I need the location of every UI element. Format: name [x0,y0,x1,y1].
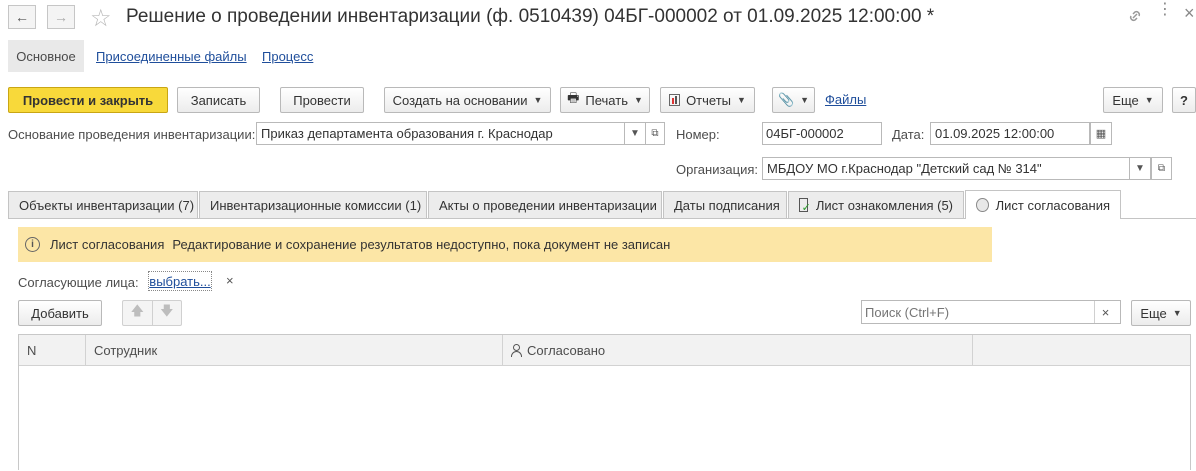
basis-dropdown-button[interactable]: ▼ [624,122,646,145]
post-button[interactable]: Провести [280,87,364,113]
attach-button[interactable]: 📎 ▼ [772,87,815,113]
approval-sheet-icon [976,198,989,212]
arrow-right-icon: → [54,9,68,25]
report-icon [669,94,681,106]
star-icon[interactable]: ☆ [90,4,112,33]
basis-label: Основание проведения инвентаризации: [8,127,256,142]
organization-open-button[interactable]: ⧉ [1151,157,1172,180]
approvers-clear-button[interactable]: × [226,273,234,288]
printer-icon: 🖶 [567,90,580,105]
column-header-approved[interactable]: Согласовано [503,335,973,365]
reports-button[interactable]: Отчеты ▼ [660,87,755,113]
tab-inventory-objects[interactable]: Объекты инвентаризации (7) [8,191,198,218]
tab-inventory-acts[interactable]: Акты о проведении инвентаризации [428,191,662,218]
list-more-button[interactable]: Еще ▼ [1131,300,1191,326]
create-based-on-label: Создать на основании [392,92,528,108]
search-box: × [861,300,1121,324]
column-header-approved-label: Согласовано [527,342,606,358]
warning-banner: i Лист согласования Редактирование и сох… [18,227,992,262]
print-label: Печать [585,92,628,108]
reports-label: Отчеты [686,92,731,108]
tab-inventory-commissions[interactable]: Инвентаризационные комиссии (1) [199,191,427,218]
number-label: Номер: [676,127,720,142]
tab-inventory-acts-label: Акты о проведении инвентаризации [439,197,657,213]
basis-open-button[interactable]: ⧉ [645,122,665,145]
tab-process[interactable]: Процесс [262,49,313,64]
date-field[interactable]: 01.09.2025 12:00:00 [930,122,1090,145]
files-link[interactable]: Файлы [825,92,866,107]
tab-signing-dates[interactable]: Даты подписания [663,191,787,218]
forward-button[interactable]: → [47,5,75,29]
move-up-button[interactable]: 🡅 [123,301,153,325]
arrow-up-icon: 🡅 [130,303,144,318]
info-icon: i [25,237,40,252]
basis-field[interactable]: Приказ департамента образования г. Красн… [256,122,646,145]
print-button[interactable]: 🖶 Печать ▼ [560,87,650,113]
approval-table: N Сотрудник Согласовано [18,334,1191,470]
move-down-button[interactable]: 🡇 [153,301,182,325]
close-icon[interactable]: × [1184,3,1195,24]
link-icon[interactable] [1125,6,1145,26]
date-picker-button[interactable]: ▦ [1090,122,1112,145]
organization-dropdown-button[interactable]: ▼ [1129,157,1151,180]
approvers-select-label: выбрать... [149,273,211,289]
caret-down-icon: ▼ [800,95,810,105]
open-icon: ⧉ [1157,163,1166,174]
number-field[interactable]: 04БГ-000002 [762,122,882,145]
tab-inventory-objects-label: Объекты инвентаризации (7) [19,197,195,213]
more-vertical-icon[interactable]: ⋮ [1157,2,1173,26]
search-input[interactable] [862,302,1094,322]
column-header-employee[interactable]: Сотрудник [86,335,503,365]
organization-label: Организация: [676,162,759,177]
organization-field[interactable]: МБДОУ МО г.Краснодар "Детский сад № 314" [762,157,1132,180]
open-icon: ⧉ [651,128,659,139]
paperclip-icon: 📎 [777,92,795,107]
save-button[interactable]: Записать [177,87,260,113]
user-icon [511,343,522,357]
tab-approval-sheet-label: Лист согласования [995,197,1110,213]
post-and-close-button[interactable]: Провести и закрыть [8,87,168,113]
warning-title: Лист согласования [50,237,165,252]
tab-attached-files[interactable]: Присоединенные файлы [96,49,247,64]
help-button[interactable]: ? [1172,87,1196,113]
approvers-label: Согласующие лица: [18,275,139,290]
arrow-left-icon: ← [15,9,29,25]
add-button[interactable]: Добавить [18,300,102,326]
more-label: Еще [1112,92,1139,108]
column-header-number[interactable]: N [19,335,86,365]
tab-signing-dates-label: Даты подписания [674,197,780,213]
table-header: N Сотрудник Согласовано [19,335,1190,366]
column-header-extra[interactable] [973,335,1190,365]
page-title: Решение о проведении инвентаризации (ф. … [126,6,935,27]
caret-down-icon: ▼ [1172,308,1182,318]
tab-familiarization-sheet[interactable]: ✓ Лист ознакомления (5) [788,191,964,218]
tab-main-label: Основное [16,48,76,64]
arrow-down-icon: 🡇 [160,303,174,318]
calendar-icon: ▦ [1095,128,1107,140]
create-based-on-button[interactable]: Создать на основании ▼ [384,87,551,113]
tab-approval-sheet[interactable]: Лист согласования [965,190,1121,219]
more-button[interactable]: Еще ▼ [1103,87,1163,113]
table-body[interactable] [19,366,1190,471]
list-more-label: Еще [1140,305,1167,321]
move-buttons-group: 🡅 🡇 [122,300,182,326]
back-button[interactable]: ← [8,5,36,29]
tab-inventory-commissions-label: Инвентаризационные комиссии (1) [210,197,422,213]
caret-down-icon: ▼ [630,128,640,139]
tab-main[interactable]: Основное [8,40,84,72]
search-clear-button[interactable]: × [1094,301,1116,323]
tab-familiarization-sheet-label: Лист ознакомления (5) [815,197,953,213]
caret-down-icon: ▼ [1144,95,1154,105]
date-label: Дата: [892,127,925,142]
caret-down-icon: ▼ [533,95,543,105]
clipboard-check-icon: ✓ [799,198,811,214]
caret-down-icon: ▼ [633,95,643,105]
caret-down-icon: ▼ [737,95,746,105]
approvers-select-link[interactable]: выбрать... [148,271,212,291]
caret-down-icon: ▼ [1135,163,1145,174]
warning-text: Редактирование и сохранение результатов … [172,237,671,252]
